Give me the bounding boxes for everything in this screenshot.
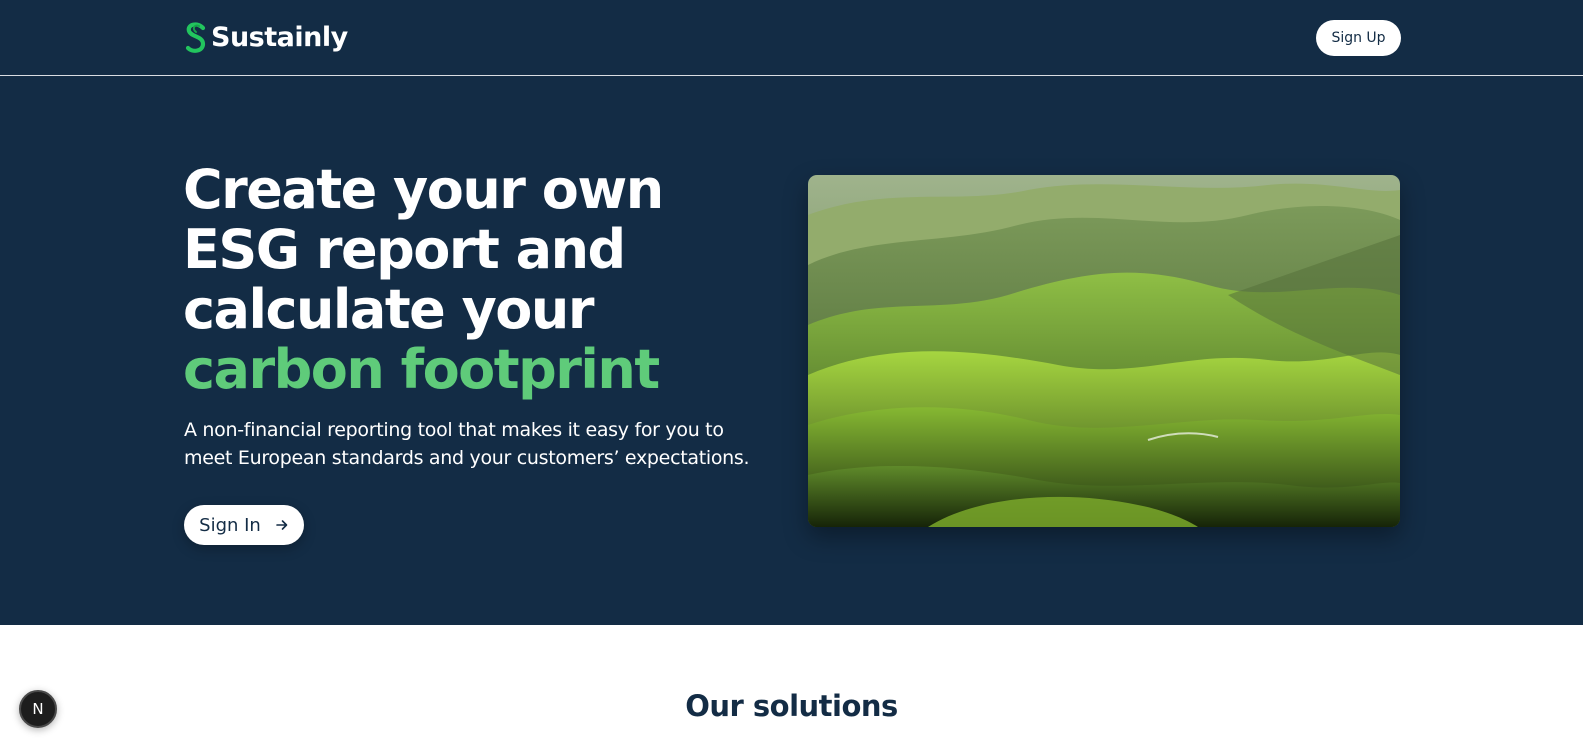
hero-subtitle: A non-financial reporting tool that make… xyxy=(184,419,750,469)
sign-in-button[interactable]: Sign In xyxy=(184,505,304,545)
sign-up-button[interactable]: Sign Up xyxy=(1316,20,1401,56)
site-header: Sustainly Sign Up xyxy=(0,0,1583,76)
brand-logo[interactable]: Sustainly xyxy=(184,20,348,56)
sign-in-label: Sign In xyxy=(199,514,261,536)
dev-badge-label: N xyxy=(32,700,44,718)
brand-name: Sustainly xyxy=(211,22,348,53)
hero-title-highlight: carbon footprint xyxy=(183,338,660,401)
hero-landscape-image xyxy=(808,175,1400,527)
hero-section: Create your own ESG report and calculate… xyxy=(0,76,1583,625)
sustainly-logo-icon xyxy=(185,22,206,53)
dev-tools-badge[interactable]: N xyxy=(19,690,57,728)
arrow-right-icon xyxy=(276,520,288,530)
hero-title-text: Create your own ESG report and calculate… xyxy=(183,158,664,341)
landscape-illustration xyxy=(808,175,1400,527)
solutions-heading: Our solutions xyxy=(685,689,898,723)
hero-title: Create your own ESG report and calculate… xyxy=(183,160,763,400)
